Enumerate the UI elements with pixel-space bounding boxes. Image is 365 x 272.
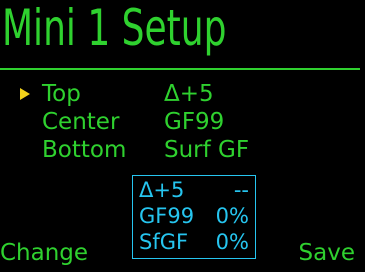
info-label-sfgf: SfGF [139,230,189,254]
page-title: Mini 1 Setup [2,0,227,57]
change-button[interactable]: Change [0,238,88,268]
menu-value-center: GF99 [164,109,225,135]
info-label-gf99: GF99 [139,204,195,228]
info-value-sfgf: 0% [215,230,249,254]
info-value-gf99: 0% [215,204,249,228]
title-underline [0,68,360,70]
menu-row-center[interactable]: Center GF99 [0,109,365,135]
menu-label-center: Center [42,109,120,135]
menu-label-top: Top [42,81,81,107]
menu-label-bottom: Bottom [42,137,127,163]
menu-row-top[interactable]: Top Δ+5 [0,81,365,107]
save-button[interactable]: Save [299,238,355,268]
menu-row-bottom[interactable]: Bottom Surf GF [0,137,365,163]
info-preview-box: Δ+5 -- GF99 0% SfGF 0% [132,175,256,259]
menu-value-bottom: Surf GF [164,137,250,163]
menu-value-top: Δ+5 [164,81,214,107]
info-label-delta: Δ+5 [139,178,185,202]
selection-cursor-icon [20,88,30,100]
dive-computer-screen: Mini 1 Setup Top Δ+5 Center GF99 Bottom … [0,0,365,272]
info-value-delta: -- [233,178,249,202]
